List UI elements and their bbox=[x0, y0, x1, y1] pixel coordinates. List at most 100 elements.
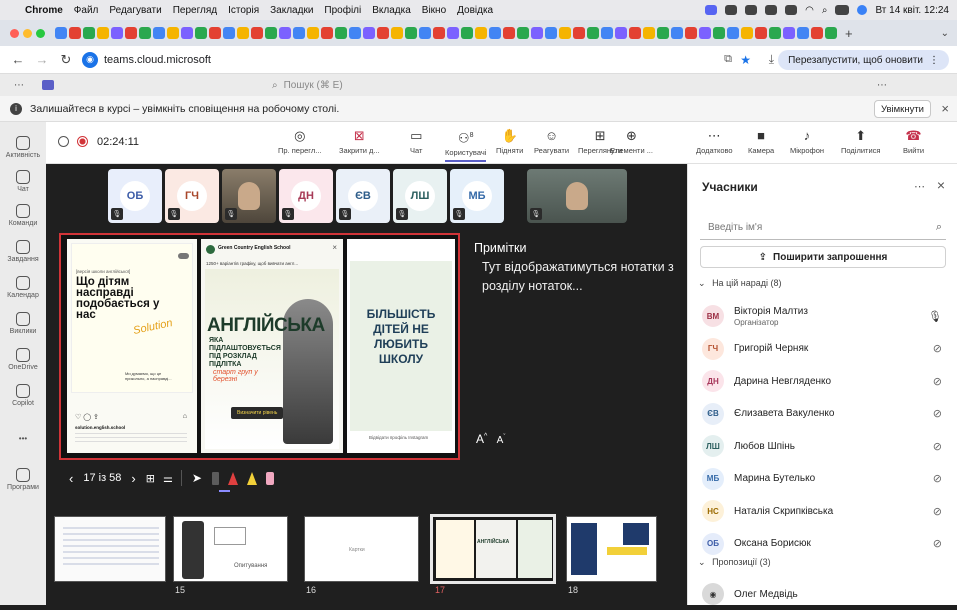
tab-favicon-icon[interactable] bbox=[517, 27, 529, 39]
tab-favicon-icon[interactable] bbox=[685, 27, 697, 39]
tab-favicon-icon[interactable] bbox=[643, 27, 655, 39]
tab-favicon-icon[interactable] bbox=[727, 27, 739, 39]
meeting-tool-people[interactable]: ⚇8 Користувачі bbox=[445, 128, 487, 163]
downloads-icon[interactable]: ⤓ bbox=[769, 52, 774, 67]
app-launcher-icon[interactable]: ⋯ bbox=[14, 80, 24, 91]
back-button[interactable]: ← bbox=[6, 52, 30, 67]
menu-tab[interactable]: Вкладка bbox=[372, 5, 411, 16]
meeting-tool-close-share[interactable]: ⊠ Закрити д... bbox=[339, 128, 380, 155]
participant-row[interactable]: ОБ Оксана Борисюк ⊘ bbox=[688, 528, 957, 560]
bookmark-star-icon[interactable]: ★ bbox=[740, 53, 751, 67]
shield-icon[interactable] bbox=[58, 136, 69, 147]
tab-favicon-icon[interactable] bbox=[125, 27, 137, 39]
mic-off-icon[interactable]: ⊘ bbox=[933, 407, 942, 420]
enable-notifications-button[interactable]: Увімкнути bbox=[873, 100, 931, 118]
tab-favicon-icon[interactable] bbox=[783, 27, 795, 39]
tab-favicon-icon[interactable] bbox=[755, 27, 767, 39]
tab-favicon-icon[interactable] bbox=[363, 27, 375, 39]
tab-favicon-icon[interactable] bbox=[797, 27, 809, 39]
tab-favicon-icon[interactable] bbox=[475, 27, 487, 39]
participant-tile[interactable]: 🎙 bbox=[222, 169, 276, 223]
window-zoom-button[interactable] bbox=[36, 28, 45, 38]
search-icon[interactable]: ⌕ bbox=[822, 5, 828, 16]
prev-slide-button[interactable]: ‹ bbox=[69, 471, 73, 486]
close-icon[interactable]: × bbox=[941, 101, 949, 116]
control-center-icon[interactable] bbox=[835, 5, 850, 15]
cast-icon[interactable]: ⧉ bbox=[724, 53, 732, 66]
more-vertical-icon[interactable]: ⋮ bbox=[929, 55, 939, 66]
status-app-icon[interactable] bbox=[785, 5, 798, 15]
tab-favicon-icon[interactable] bbox=[629, 27, 641, 39]
rail-item[interactable]: •••... bbox=[0, 434, 46, 450]
tab-favicon-icon[interactable] bbox=[447, 27, 459, 39]
tab-favicon-icon[interactable] bbox=[223, 27, 235, 39]
tab-favicon-icon[interactable] bbox=[489, 27, 501, 39]
reload-button[interactable]: ↻ bbox=[54, 52, 78, 68]
participant-row[interactable]: ЄВ Єлизавета Вакуленко ⊘ bbox=[688, 398, 957, 430]
rail-item[interactable]: Календар bbox=[0, 276, 46, 299]
tab-favicon-icon[interactable] bbox=[167, 27, 179, 39]
tab-favicon-icon[interactable] bbox=[139, 27, 151, 39]
group-header[interactable]: ⌄ На цій нараді (8) bbox=[698, 278, 782, 289]
tab-favicon-icon[interactable] bbox=[741, 27, 753, 39]
menu-edit[interactable]: Редагувати bbox=[109, 5, 161, 16]
participant-tile[interactable]: ДН 🎙 bbox=[279, 169, 333, 223]
meeting-tool-react[interactable]: ☺ Реагувати bbox=[534, 128, 569, 155]
search-icon[interactable]: ⌕ bbox=[936, 221, 942, 234]
tab-favicon-icon[interactable] bbox=[461, 27, 473, 39]
meeting-tool-more[interactable]: ⋯ Додатково bbox=[696, 128, 733, 155]
mic-off-icon[interactable]: ⊘ bbox=[933, 375, 942, 388]
menu-bookmarks[interactable]: Закладки bbox=[270, 5, 313, 16]
meeting-tool-broadcast[interactable]: ◎ Пр. перегл... bbox=[278, 128, 322, 155]
menu-app-name[interactable]: Chrome bbox=[25, 5, 63, 16]
tab-favicon-icon[interactable] bbox=[265, 27, 277, 39]
tab-favicon-icon[interactable] bbox=[503, 27, 515, 39]
participant-tile[interactable]: ЛШ 🎙 bbox=[393, 169, 447, 223]
tab-favicon-icon[interactable] bbox=[405, 27, 417, 39]
slide-thumbnail[interactable]: Опитування bbox=[173, 516, 288, 582]
grid-view-icon[interactable]: ⊞ bbox=[146, 472, 155, 485]
wifi-icon[interactable]: ◠ bbox=[805, 5, 814, 16]
slide-thumbnail[interactable] bbox=[566, 516, 657, 582]
close-icon[interactable]: × bbox=[332, 243, 337, 252]
tab-favicon-icon[interactable] bbox=[181, 27, 193, 39]
tab-favicon-icon[interactable] bbox=[671, 27, 683, 39]
meeting-tool-raise-hand[interactable]: ✋ Підняти bbox=[496, 128, 523, 155]
participant-row[interactable]: ГЧ Григорій Черняк ⊘ bbox=[688, 333, 957, 365]
tab-favicon-icon[interactable] bbox=[699, 27, 711, 39]
meeting-tool-apps[interactable]: ⊕ Елементи ... bbox=[610, 128, 653, 155]
siri-icon[interactable] bbox=[857, 5, 868, 15]
tab-favicon-icon[interactable] bbox=[825, 27, 837, 39]
share-invite-button[interactable]: ⇪ Поширити запрошення bbox=[700, 246, 946, 268]
tab-favicon-icon[interactable] bbox=[377, 27, 389, 39]
rail-item[interactable]: OneDrive bbox=[0, 348, 46, 371]
eraser-tool-icon[interactable] bbox=[265, 471, 274, 485]
tab-favicon-icon[interactable] bbox=[573, 27, 585, 39]
status-app-icon[interactable] bbox=[765, 5, 778, 15]
window-minimize-button[interactable] bbox=[23, 28, 32, 38]
tab-favicon-icon[interactable] bbox=[307, 27, 319, 39]
tab-favicon-icon[interactable] bbox=[251, 27, 263, 39]
menu-file[interactable]: Файл bbox=[74, 5, 99, 16]
participant-tile[interactable]: ЄВ 🎙 bbox=[336, 169, 390, 223]
red-pen-tool-icon[interactable] bbox=[227, 471, 238, 485]
suggestions-header[interactable]: ⌄ Пропозиції (3) bbox=[698, 557, 771, 568]
meeting-tool-leave[interactable]: ☎ Вийти bbox=[903, 128, 924, 155]
menu-history[interactable]: Історія bbox=[228, 5, 259, 16]
suggested-participant[interactable]: ◉ Олег Медвідь bbox=[688, 578, 957, 610]
participant-tile[interactable]: 🎙 bbox=[527, 169, 627, 223]
tab-favicon-icon[interactable] bbox=[237, 27, 249, 39]
more-icon[interactable] bbox=[178, 253, 189, 259]
participant-row[interactable]: ДН Дарина Невгляденко ⊘ bbox=[688, 365, 957, 397]
menubar-clock[interactable]: Вт 14 квіт. 12:24 bbox=[875, 5, 949, 16]
rail-item[interactable]: Активність bbox=[0, 136, 46, 159]
menu-window[interactable]: Вікно bbox=[422, 5, 446, 16]
slide-thumbnail[interactable] bbox=[54, 516, 166, 582]
rail-item[interactable]: Copilot bbox=[0, 384, 46, 407]
window-close-button[interactable] bbox=[10, 28, 19, 38]
tab-favicon-icon[interactable] bbox=[279, 27, 291, 39]
pointer-tool-icon[interactable]: ➤ bbox=[192, 471, 202, 485]
new-tab-button[interactable]: + bbox=[845, 26, 853, 41]
tab-favicon-icon[interactable] bbox=[209, 27, 221, 39]
tab-favicon-icon[interactable] bbox=[419, 27, 431, 39]
